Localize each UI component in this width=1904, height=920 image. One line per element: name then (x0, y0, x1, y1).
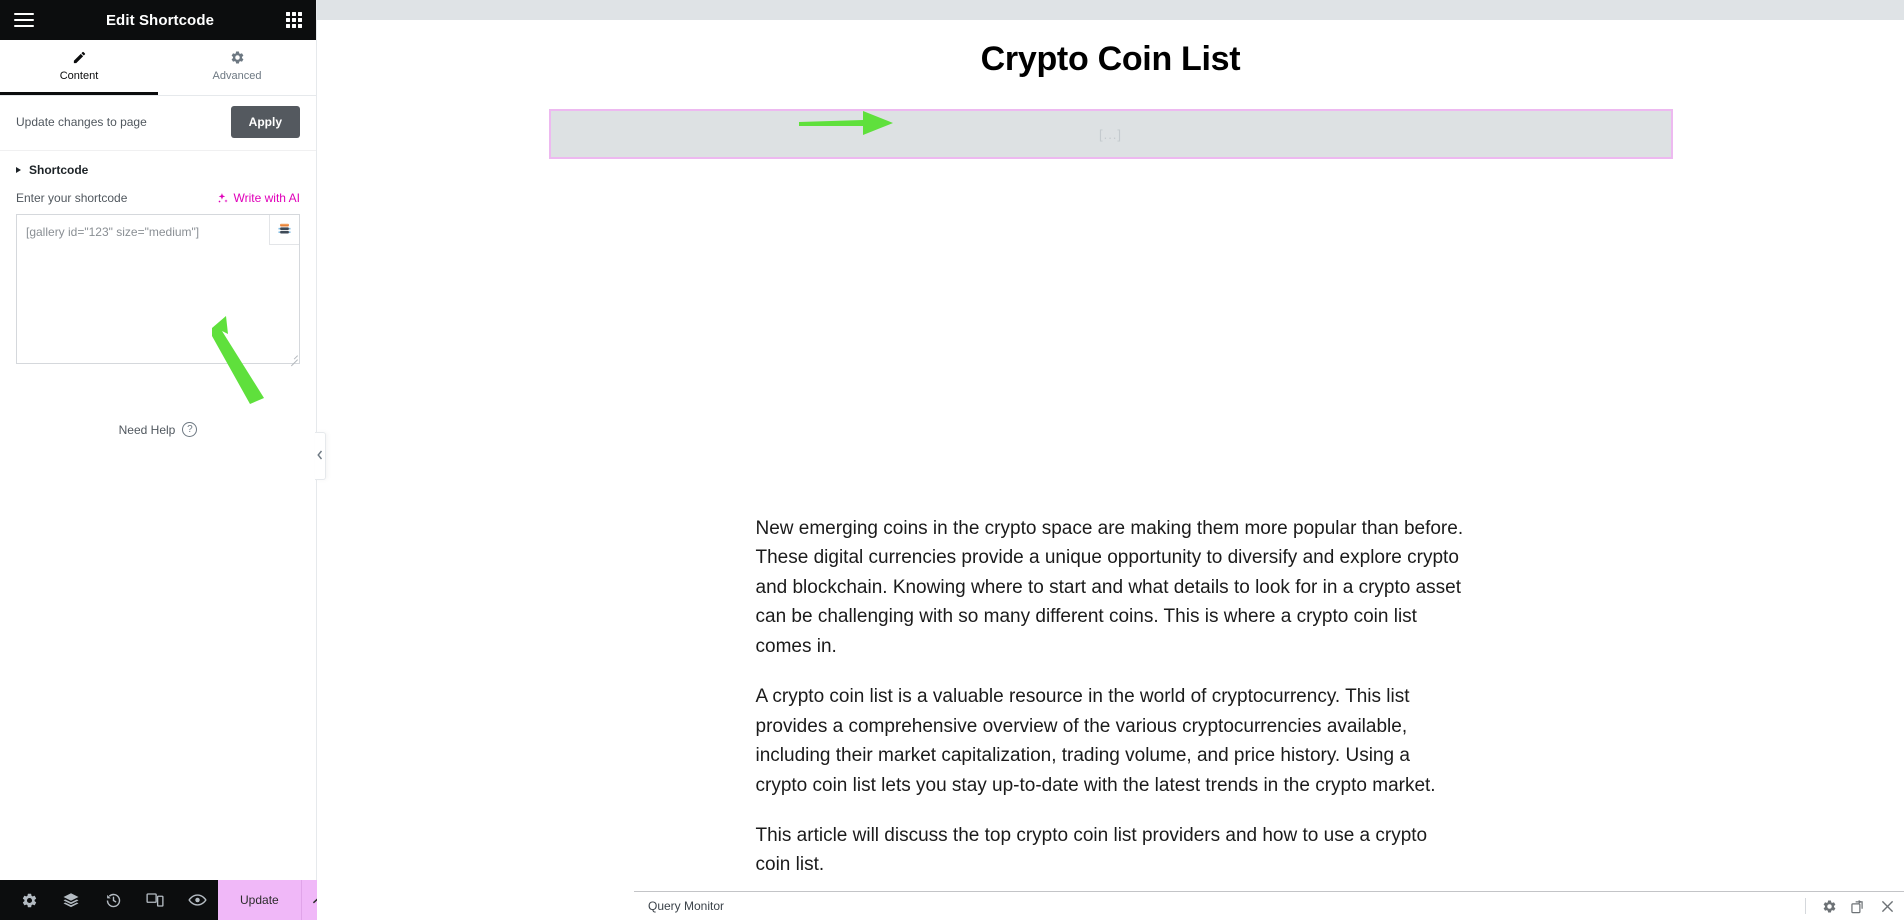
shortcode-input[interactable] (17, 215, 299, 363)
preview-body: Crypto Coin List [...] New emerging coin… (317, 20, 1904, 920)
pencil-icon (72, 50, 87, 65)
article-paragraph: This article will discuss the top crypto… (755, 824, 1428, 876)
article-paragraph: New emerging coins in the crypto space a… (755, 518, 1464, 657)
toolbar-divider (1805, 898, 1806, 914)
widgets-grid-icon[interactable] (286, 12, 302, 28)
panel-collapse-handle[interactable] (315, 432, 326, 480)
page-title: Crypto Coin List (980, 40, 1241, 78)
shortcode-widget-selected[interactable]: [...] (548, 109, 1673, 159)
settings-icon[interactable] (8, 880, 50, 920)
chevron-left-icon (317, 447, 323, 465)
write-with-ai-link[interactable]: Write with AI (216, 191, 300, 205)
page-preview: Crypto Coin List [...] New emerging coin… (317, 0, 1904, 920)
popout-window-icon[interactable] (1851, 899, 1867, 914)
database-stack-icon[interactable] (269, 215, 299, 245)
shortcode-textarea-wrapper (16, 214, 300, 367)
shortcode-field-label: Enter your shortcode (16, 191, 128, 205)
responsive-devices-icon[interactable] (134, 880, 176, 920)
preview-eye-icon[interactable] (176, 880, 218, 920)
query-monitor-bar: Query Monitor (634, 891, 1904, 920)
panel-title: Edit Shortcode (105, 11, 215, 29)
need-help-label: Need Help (118, 422, 176, 437)
tab-advanced[interactable]: Advanced (158, 40, 316, 95)
history-clock-icon[interactable] (92, 880, 134, 920)
apply-button[interactable]: Apply (230, 106, 300, 138)
sparkle-ai-icon (216, 192, 229, 205)
shortcode-field: Enter your shortcode Write with AI [gall… (0, 187, 316, 437)
tab-advanced-label: Advanced (212, 70, 262, 82)
apply-changes-row: Update changes to page Apply (0, 96, 316, 150)
navigator-layers-icon[interactable] (50, 880, 92, 920)
apply-row-label: Update changes to page (16, 115, 147, 129)
elementor-editor: Edit Shortcode Content Advanced Update c… (0, 0, 1904, 920)
footer-tools (0, 880, 218, 920)
gear-icon[interactable] (1822, 899, 1837, 914)
query-monitor-tools (1805, 898, 1894, 914)
write-with-ai-label: Write with AI (233, 191, 300, 205)
panel-header: Edit Shortcode (0, 0, 316, 40)
preview-topbar (317, 0, 1904, 20)
article-paragraph: A crypto coin list is a valuable resourc… (755, 686, 1436, 796)
shortcode-widget-placeholder: [...] (1098, 126, 1123, 142)
panel-footer: Update (0, 880, 335, 920)
caret-right-icon (16, 167, 21, 173)
panel-tabs: Content Advanced (0, 40, 316, 96)
query-monitor-label: Query Monitor (648, 899, 725, 913)
gear-icon (230, 50, 245, 65)
article-content: New emerging coins in the crypto space a… (756, 159, 1466, 920)
section-shortcode-header[interactable]: Shortcode (0, 150, 316, 187)
question-circle-icon: ? (182, 422, 198, 437)
close-icon[interactable] (1881, 900, 1894, 913)
textarea-resize-handle[interactable] (286, 350, 298, 367)
section-shortcode-title: Shortcode (29, 163, 89, 177)
panel-spacer (0, 437, 316, 880)
tab-content-label: Content (59, 70, 99, 82)
need-help-link[interactable]: Need Help ? (16, 422, 300, 437)
shortcode-field-label-row: Enter your shortcode Write with AI (16, 191, 300, 205)
hamburger-menu-icon[interactable] (14, 13, 34, 27)
tab-content[interactable]: Content (0, 40, 158, 95)
elementor-panel: Edit Shortcode Content Advanced Update c… (0, 0, 335, 920)
update-button[interactable]: Update (218, 880, 301, 920)
